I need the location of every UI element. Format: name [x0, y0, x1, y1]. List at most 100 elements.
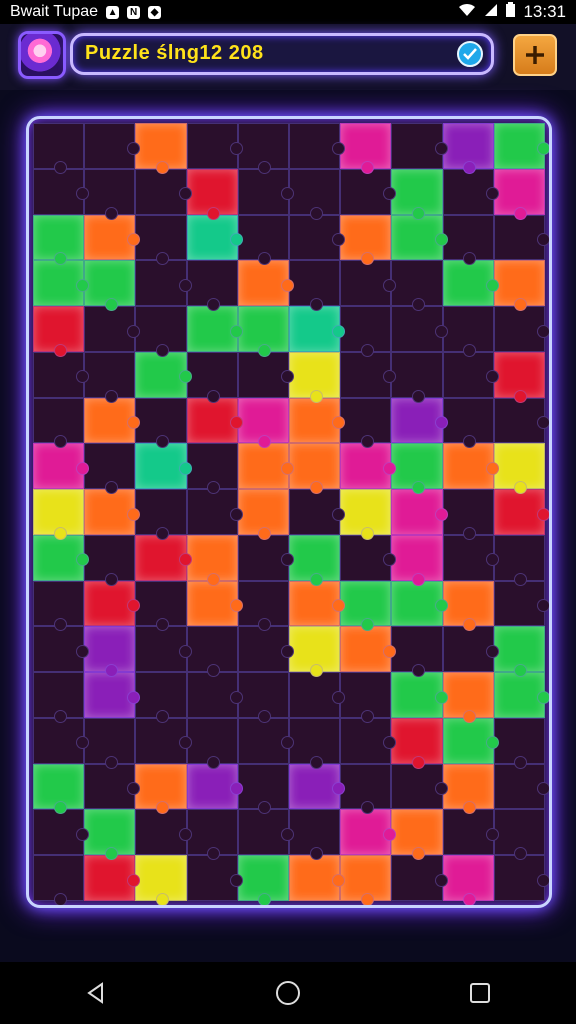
puzzle-piece[interactable]: [442, 260, 500, 307]
puzzle-piece[interactable]: [186, 534, 238, 586]
puzzle-piece[interactable]: [135, 306, 187, 357]
puzzle-piece[interactable]: [84, 306, 141, 352]
puzzle-piece[interactable]: [135, 809, 192, 856]
puzzle-piece[interactable]: [237, 443, 295, 490]
puzzle-piece[interactable]: [135, 580, 187, 632]
puzzle-piece[interactable]: [391, 168, 443, 220]
puzzle-piece[interactable]: [84, 534, 136, 586]
puzzle-piece[interactable]: [84, 397, 141, 444]
puzzle-piece[interactable]: [340, 534, 397, 581]
puzzle-piece[interactable]: [33, 260, 90, 307]
puzzle-piece[interactable]: [186, 397, 244, 444]
puzzle-piece[interactable]: [493, 306, 549, 352]
puzzle-piece[interactable]: [340, 260, 397, 307]
puzzle-piece[interactable]: [237, 214, 289, 266]
puzzle-piece[interactable]: [186, 443, 238, 494]
puzzle-piece[interactable]: [493, 626, 545, 677]
puzzle-piece[interactable]: [84, 626, 136, 677]
puzzle-piece[interactable]: [33, 809, 90, 856]
puzzle-piece[interactable]: [33, 534, 90, 581]
puzzle-piece[interactable]: [237, 580, 289, 632]
puzzle-piece[interactable]: [186, 168, 238, 220]
puzzle-piece[interactable]: [340, 351, 397, 398]
puzzle-piece[interactable]: [237, 306, 289, 357]
puzzle-piece[interactable]: [493, 260, 545, 311]
puzzle-piece[interactable]: [391, 489, 448, 535]
puzzle-piece[interactable]: [442, 168, 500, 215]
puzzle-piece[interactable]: [493, 809, 545, 860]
puzzle-piece[interactable]: [289, 123, 346, 169]
puzzle-piece[interactable]: [289, 260, 341, 311]
puzzle-piece[interactable]: [237, 534, 295, 581]
puzzle-piece[interactable]: [33, 580, 85, 632]
puzzle-piece[interactable]: [186, 717, 238, 769]
puzzle-piece[interactable]: [186, 123, 244, 169]
puzzle-piece[interactable]: [33, 626, 90, 673]
puzzle-piece[interactable]: [135, 672, 187, 723]
puzzle-piece[interactable]: [493, 351, 545, 403]
puzzle-piece[interactable]: [442, 306, 494, 357]
puzzle-piece[interactable]: [84, 672, 141, 718]
puzzle-piece[interactable]: [493, 489, 549, 535]
puzzle-piece[interactable]: [135, 763, 187, 815]
puzzle-piece[interactable]: [340, 809, 397, 856]
puzzle-piece[interactable]: [442, 214, 494, 266]
puzzle-piece[interactable]: [135, 351, 192, 398]
puzzle-piece[interactable]: [340, 214, 392, 266]
puzzle-piece[interactable]: [493, 580, 549, 627]
puzzle-piece[interactable]: [391, 672, 448, 718]
puzzle-piece[interactable]: [33, 123, 85, 174]
puzzle-piece[interactable]: [33, 397, 85, 449]
puzzle-piece[interactable]: [33, 168, 90, 215]
puzzle-piece[interactable]: [186, 580, 244, 627]
puzzle-piece[interactable]: [237, 717, 295, 764]
puzzle-piece[interactable]: [289, 626, 341, 677]
puzzle-piece[interactable]: [289, 489, 346, 535]
puzzle-piece[interactable]: [289, 809, 341, 860]
puzzle-piece[interactable]: [442, 763, 494, 815]
puzzle-piece[interactable]: [135, 443, 192, 490]
puzzle-piece[interactable]: [237, 626, 295, 673]
puzzle-piece[interactable]: [289, 534, 341, 586]
puzzle-piece[interactable]: [391, 397, 448, 444]
back-button[interactable]: [76, 973, 116, 1013]
puzzle-piece[interactable]: [493, 763, 549, 810]
puzzle-piece[interactable]: [442, 489, 494, 540]
puzzle-piece[interactable]: [340, 580, 392, 632]
puzzle-piece[interactable]: [391, 260, 443, 311]
puzzle-piece[interactable]: [135, 626, 192, 673]
puzzle-piece[interactable]: [391, 306, 448, 352]
puzzle-piece[interactable]: [135, 397, 187, 449]
puzzle-piece[interactable]: [493, 397, 549, 444]
puzzle-piece[interactable]: [237, 763, 289, 815]
puzzle-piece[interactable]: [493, 168, 545, 220]
puzzle-piece[interactable]: [33, 443, 90, 490]
puzzle-piece[interactable]: [84, 580, 141, 627]
puzzle-piece[interactable]: [493, 214, 549, 261]
puzzle-piece[interactable]: [442, 809, 500, 856]
puzzle-piece[interactable]: [186, 809, 238, 860]
puzzle-piece[interactable]: [391, 717, 443, 769]
puzzle-piece[interactable]: [391, 809, 443, 860]
puzzle-piece[interactable]: [289, 580, 346, 627]
puzzle-piece[interactable]: [391, 855, 448, 901]
puzzle-piece[interactable]: [442, 855, 494, 905]
puzzle-piece[interactable]: [84, 489, 141, 535]
puzzle-piece[interactable]: [237, 168, 295, 215]
puzzle-piece[interactable]: [33, 351, 90, 398]
puzzle-piece[interactable]: [84, 123, 141, 169]
puzzle-piece[interactable]: [84, 717, 136, 769]
puzzle-piece[interactable]: [340, 168, 397, 215]
puzzle-piece[interactable]: [493, 717, 545, 769]
puzzle-title-bar[interactable]: Puzzle ślng12 208: [70, 33, 494, 75]
puzzle-piece[interactable]: [186, 855, 244, 901]
check-icon[interactable]: [457, 41, 483, 67]
puzzle-piece[interactable]: [84, 260, 136, 311]
puzzle-piece[interactable]: [442, 717, 500, 764]
puzzle-piece[interactable]: [493, 855, 549, 901]
puzzle-piece[interactable]: [237, 489, 289, 540]
puzzle-piece[interactable]: [135, 123, 187, 174]
puzzle-piece[interactable]: [135, 168, 192, 215]
puzzle-piece[interactable]: [442, 672, 494, 723]
puzzle-piece[interactable]: [493, 443, 545, 494]
